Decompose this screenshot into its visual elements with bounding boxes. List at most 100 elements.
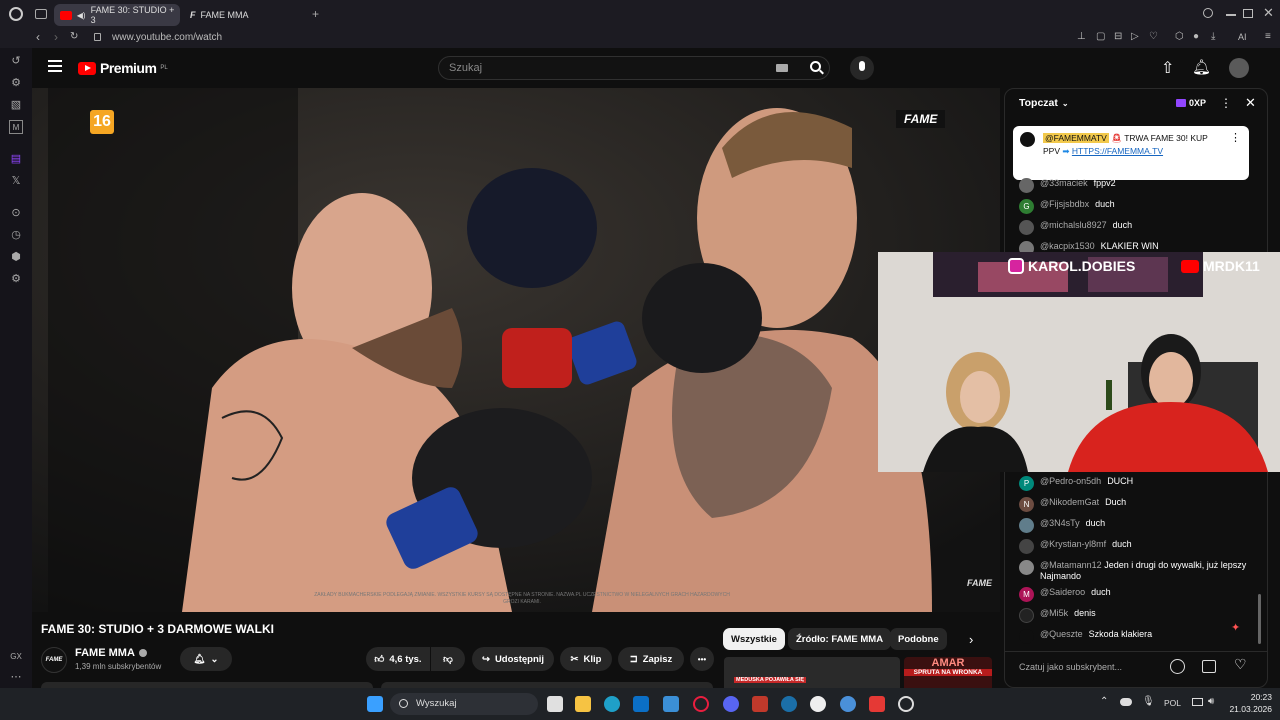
mic-tray-icon[interactable]: 🎙︎ bbox=[1142, 696, 1155, 707]
twitch-icon[interactable]: ▤ bbox=[9, 152, 23, 166]
chat-author[interactable]: @Queszte bbox=[1040, 629, 1083, 639]
more-actions-button[interactable]: ••• bbox=[690, 647, 714, 671]
dislike-button[interactable]: 👎︎ bbox=[431, 647, 465, 671]
chat-author[interactable]: @Saideroo bbox=[1040, 587, 1085, 597]
gx-corner-icon[interactable]: ▧ bbox=[9, 98, 23, 112]
chat-author[interactable]: @kacpix1530 bbox=[1040, 241, 1095, 251]
settings-icon[interactable]: ⚙ bbox=[9, 272, 23, 286]
cube-icon[interactable]: ⬢ bbox=[9, 250, 23, 264]
translate-icon[interactable]: ⊟ bbox=[1114, 31, 1122, 42]
video-player[interactable]: 16 FAME FAME ZAKŁADY BUKMACHERSKIE PODLE… bbox=[32, 88, 1000, 612]
chat-author[interactable]: @3N4sTy bbox=[1040, 518, 1080, 528]
pinned-message[interactable]: @FAMEMMATV 🚨︎ TRWA FAME 30! KUP PPV ➡ HT… bbox=[1013, 126, 1249, 180]
chrome-icon[interactable] bbox=[840, 696, 856, 712]
channel-avatar[interactable]: FAME bbox=[41, 647, 67, 673]
chat-author[interactable]: @NikodemGat bbox=[1040, 497, 1099, 507]
related-thumbnail[interactable]: MEDUSKA POJAWIŁA SIĘ bbox=[724, 657, 900, 688]
xp-badge[interactable]: 0XP bbox=[1176, 98, 1206, 108]
close-chat-icon[interactable]: ✕ bbox=[1245, 95, 1256, 111]
obs-icon[interactable] bbox=[810, 696, 826, 712]
windows-app-icon[interactable] bbox=[663, 696, 679, 712]
chat-scrollbar[interactable] bbox=[1258, 594, 1261, 644]
chat-input[interactable]: Czatuj jako subskrybent... bbox=[1019, 656, 1169, 678]
close-window-icon[interactable]: ✕ bbox=[1263, 5, 1274, 21]
back-icon[interactable]: ‹ bbox=[36, 30, 40, 44]
super-chat-icon[interactable] bbox=[1202, 660, 1216, 673]
chat-author[interactable]: @Mi5k bbox=[1040, 608, 1068, 618]
tab-fame-30[interactable]: ◀) FAME 30: STUDIO + 3 bbox=[54, 4, 180, 26]
chat-author[interactable]: @michalslu8927 bbox=[1040, 220, 1107, 230]
share-button[interactable]: ↪ Udostępnij bbox=[472, 647, 554, 671]
task-view-icon[interactable] bbox=[547, 696, 563, 712]
opera-gx-taskbar-icon[interactable] bbox=[693, 696, 709, 712]
x-twitter-icon[interactable]: 𝕏 bbox=[9, 174, 23, 188]
taskbar-search[interactable]: Wyszukaj bbox=[390, 693, 538, 715]
youtube-premium-logo[interactable]: Premium PL bbox=[78, 60, 168, 76]
channel-name[interactable]: FAME MMA bbox=[75, 647, 147, 659]
related-thumbnail[interactable]: AMAR SPRUTA NA WRONKA bbox=[904, 657, 992, 688]
more-sidebar-icon[interactable]: ⋯ bbox=[9, 670, 23, 684]
chip-all[interactable]: Wszystkie bbox=[723, 628, 785, 650]
emoji-icon[interactable] bbox=[1170, 659, 1185, 674]
voice-search-button[interactable] bbox=[850, 56, 874, 80]
windows-start-icon[interactable] bbox=[367, 696, 383, 712]
shield-icon[interactable] bbox=[752, 696, 768, 712]
volume-icon[interactable]: 🔊︎ bbox=[1208, 696, 1214, 707]
play-icon[interactable]: ▷ bbox=[1131, 31, 1139, 42]
hamburger-menu-icon[interactable] bbox=[48, 60, 62, 72]
file-explorer-icon[interactable] bbox=[575, 696, 591, 712]
gx-label[interactable]: GX bbox=[9, 650, 23, 664]
forward-icon[interactable]: › bbox=[54, 30, 58, 44]
new-tab-button[interactable]: + bbox=[312, 7, 319, 21]
menu-icon[interactable]: ≡ bbox=[1265, 31, 1271, 42]
heart-icon[interactable]: ♡ bbox=[1149, 31, 1158, 42]
save-button[interactable]: ⊐ Zapisz bbox=[618, 647, 684, 671]
gx-control-icon[interactable]: ⚙ bbox=[9, 76, 23, 90]
keyboard-icon[interactable] bbox=[776, 64, 788, 72]
snapshot-icon[interactable]: ▢ bbox=[1096, 31, 1105, 42]
heart-reaction-icon[interactable]: ♡ bbox=[1234, 656, 1247, 673]
tray-arrow-icon[interactable]: ⌃ bbox=[1100, 696, 1108, 707]
aria-ai-label[interactable]: AI bbox=[1238, 32, 1247, 42]
like-button[interactable]: 👍︎ 4,6 tys. bbox=[366, 647, 430, 671]
chat-more-icon[interactable]: ⋮ bbox=[1220, 96, 1232, 110]
chat-author[interactable]: @Krystian-yl8mf bbox=[1040, 539, 1106, 549]
extensions-icon[interactable]: ⬡ bbox=[1175, 31, 1184, 42]
tab-switcher-icon[interactable] bbox=[35, 9, 47, 19]
edge-icon[interactable] bbox=[604, 696, 620, 712]
discord-icon[interactable] bbox=[723, 696, 739, 712]
chat-author[interactable]: @Pedro-on5dh bbox=[1040, 476, 1101, 486]
notification-subscribe-button[interactable]: 🔔︎ ⌄ bbox=[180, 647, 232, 671]
avatar[interactable] bbox=[1229, 58, 1249, 78]
language-indicator[interactable]: POL bbox=[1164, 698, 1181, 708]
search-input[interactable]: Szukaj bbox=[438, 56, 830, 80]
download-icon[interactable]: ⤓ bbox=[1211, 31, 1215, 42]
reload-icon[interactable]: ↻ bbox=[70, 31, 78, 42]
clip-button[interactable]: ✂ Klip bbox=[560, 647, 612, 671]
pinned-link[interactable]: HTTPS://FAMEMMA.TV bbox=[1072, 146, 1163, 156]
chat-author[interactable]: @Matamann12 bbox=[1040, 560, 1102, 570]
onedrive-icon[interactable] bbox=[1120, 698, 1132, 706]
display-icon[interactable] bbox=[1192, 698, 1203, 706]
minimize-icon[interactable] bbox=[1226, 14, 1236, 16]
messenger-icon[interactable]: M bbox=[9, 120, 23, 134]
chat-mode-dropdown[interactable]: Topczat ⌄ bbox=[1019, 97, 1069, 109]
player-icon[interactable]: ⊙ bbox=[9, 206, 23, 220]
search-tabs-icon[interactable] bbox=[1203, 8, 1213, 18]
clock-date[interactable]: 21.03.2026 bbox=[1226, 704, 1272, 714]
notifications-bell-icon[interactable]: 🔔︎ bbox=[1192, 58, 1211, 76]
speaker-icon[interactable]: ◀) bbox=[77, 11, 86, 20]
pin-icon[interactable]: ⊥ bbox=[1077, 31, 1086, 42]
restore-icon[interactable] bbox=[1243, 9, 1253, 18]
chat-author[interactable]: @33maciek bbox=[1040, 178, 1088, 188]
steam-icon[interactable] bbox=[781, 696, 797, 712]
settings-gear-icon[interactable] bbox=[898, 696, 914, 712]
chips-next-icon[interactable]: › bbox=[969, 632, 973, 647]
app-red-icon[interactable] bbox=[869, 696, 885, 712]
outlook-icon[interactable] bbox=[633, 696, 649, 712]
history-icon[interactable]: ↺ bbox=[9, 54, 23, 68]
clock-icon[interactable]: ◷ bbox=[9, 228, 23, 242]
chip-source[interactable]: Źródło: FAME MMA bbox=[788, 628, 892, 650]
opera-gx-logo-icon[interactable] bbox=[9, 7, 23, 21]
search-button[interactable] bbox=[804, 57, 830, 79]
